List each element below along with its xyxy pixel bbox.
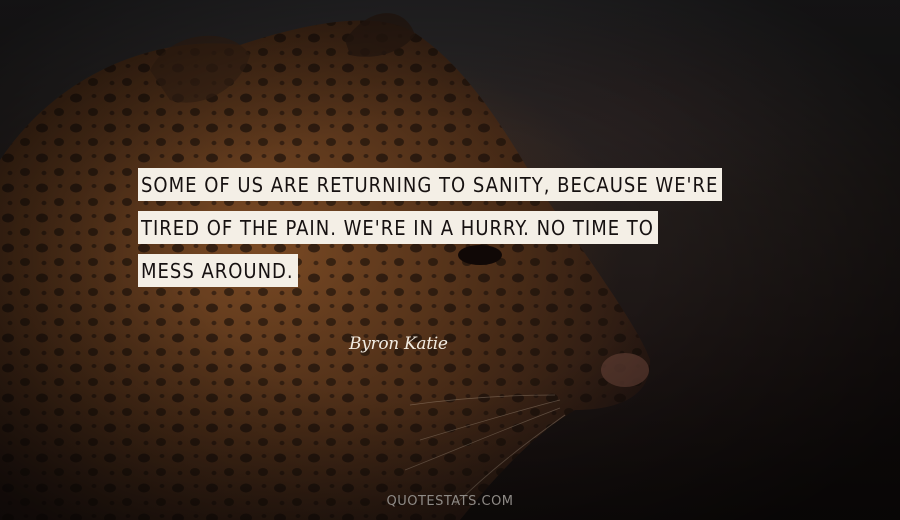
source-watermark: QUOTESTATS.COM: [386, 494, 514, 509]
quote-line: Some of us are returning to sanity, beca…: [138, 168, 778, 205]
quote-line: mess around.: [138, 254, 778, 291]
quote-text: Some of us are returning to sanity, beca…: [138, 168, 778, 297]
quote-image: Some of us are returning to sanity, beca…: [0, 0, 900, 520]
quote-author: Byron Katie: [349, 334, 448, 354]
quote-line: tired of the pain. We're in a hurry. No …: [138, 211, 778, 248]
